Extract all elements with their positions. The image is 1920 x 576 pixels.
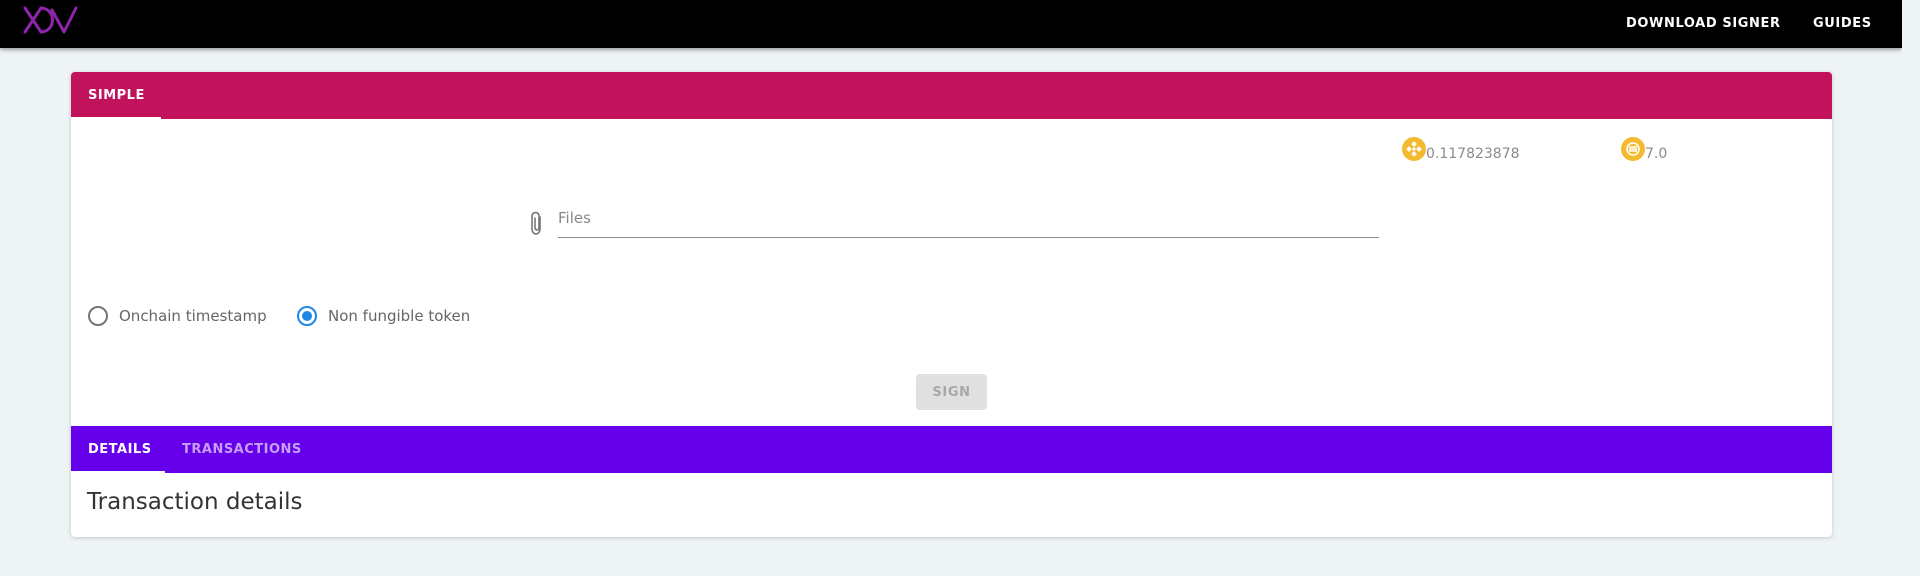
busd-coin-icon [1621,137,1645,161]
tab-details[interactable]: DETAILS [71,426,165,473]
download-signer-link[interactable]: DOWNLOAD SIGNER [1626,0,1781,48]
files-input[interactable] [558,204,1379,238]
mode-radio-group: Onchain timestamp Non fungible token [71,304,671,328]
paperclip-icon[interactable] [527,210,547,236]
app-bar: DOWNLOAD SIGNER GUIDES [0,0,1902,48]
transaction-details-heading: Transaction details [87,489,303,515]
tab-transactions-label: TRANSACTIONS [182,442,302,457]
onchain-timestamp-radio[interactable] [88,306,108,326]
bnb-coin-icon [1402,137,1426,161]
signer-card: SIMPLE 0.117823878 7.0 Oncha [71,72,1832,537]
tab-details-label: DETAILS [88,442,152,457]
onchain-timestamp-label[interactable]: Onchain timestamp [119,307,267,325]
tab-active-indicator [71,471,165,473]
sign-button[interactable]: SIGN [916,374,987,410]
details-tabbar: DETAILS TRANSACTIONS [71,426,1832,473]
busd-balance: 7.0 [1645,146,1668,162]
non-fungible-token-radio[interactable] [297,306,317,326]
scrollbar-track [1902,0,1920,576]
tab-simple[interactable]: SIMPLE [71,72,161,119]
bnb-balance: 0.117823878 [1426,146,1520,162]
tab-simple-label: SIMPLE [88,88,145,103]
non-fungible-token-label[interactable]: Non fungible token [328,307,470,325]
tab-transactions[interactable]: TRANSACTIONS [165,426,319,473]
tab-active-indicator [71,117,161,119]
mode-tabbar: SIMPLE [71,72,1832,119]
guides-link[interactable]: GUIDES [1813,0,1872,48]
xdv-logo[interactable] [22,4,78,36]
